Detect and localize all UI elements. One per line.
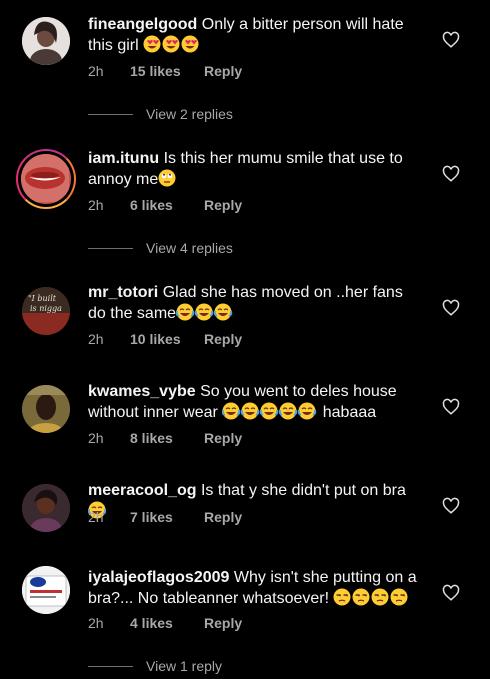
view-replies-label[interactable]: View 2 replies [146,106,233,122]
replies-divider [88,665,133,667]
like-heart-icon[interactable] [442,31,460,49]
timestamp: 2h [88,63,104,79]
username[interactable]: meeracool_og [88,482,196,499]
avatar-caption: "I built [28,294,57,303]
emoji-joy-icon [175,302,234,327]
reply-button[interactable]: Reply [204,331,242,347]
like-heart-icon[interactable] [442,398,460,416]
emoji-joy-icon [221,401,318,426]
likes-count[interactable]: 10 likes [130,331,204,347]
timestamp: 2h [88,331,104,347]
avatar [21,154,71,204]
timestamp: 2h [88,197,104,213]
username[interactable]: fineangelgood [88,16,197,33]
comment-text: iyalajeoflagos2009 Why isn't she putting… [88,568,418,612]
reply-button[interactable]: Reply [204,430,242,446]
replies-divider [88,113,133,115]
likes-count[interactable]: 15 likes [130,63,204,79]
username[interactable]: iyalajeoflagos2009 [88,569,229,586]
like-heart-icon[interactable] [442,165,460,183]
timestamp: 2h [88,430,104,446]
comment-body: Is that y she didn't put on bra [200,482,406,499]
avatar-story-ring[interactable] [16,149,76,209]
comment-meta: 2h 4 likes Reply [88,615,242,631]
likes-count[interactable]: 4 likes [130,615,204,631]
comment-meta: 2h 6 likes Reply [88,197,242,213]
view-replies[interactable]: View 2 replies [88,106,233,122]
reply-button[interactable]: Reply [204,509,242,525]
view-replies[interactable]: View 1 reply [88,658,222,674]
view-replies-label[interactable]: View 4 replies [146,240,233,256]
likes-count[interactable]: 7 likes [130,509,204,525]
emoji-heart-eyes-icon [143,35,201,59]
like-heart-icon[interactable] [442,584,460,602]
reply-button[interactable]: Reply [204,197,242,213]
emoji-eye-roll-icon [158,169,176,193]
username[interactable]: iam.itunu [88,150,159,167]
comment-text: fineangelgood Only a bitter person will … [88,15,418,59]
like-heart-icon[interactable] [442,299,460,317]
avatar[interactable] [22,566,70,614]
replies-divider [88,247,133,249]
comment-text: iam.itunu Is this her mumu smile that us… [88,149,418,193]
comment-text: mr_totori Glad she has moved on ..her fa… [88,283,418,327]
timestamp: 2h [88,615,104,631]
view-replies-label[interactable]: View 1 reply [146,658,222,674]
comment-meta: 2h 15 likes Reply [88,63,242,79]
avatar-caption: is nigga [30,304,62,313]
timestamp: 2h [88,509,104,525]
comment-meta: 2h 10 likes Reply [88,331,242,347]
comment-meta: 2h 8 likes Reply [88,430,242,446]
comment-meta: 2h 7 likes Reply [88,509,242,525]
emoji-unamused-icon [333,587,410,612]
username[interactable]: kwames_vybe [88,383,196,400]
reply-button[interactable]: Reply [204,615,242,631]
avatar[interactable] [22,17,70,65]
likes-count[interactable]: 8 likes [130,430,204,446]
avatar[interactable] [22,385,70,433]
like-heart-icon[interactable] [442,497,460,515]
comment-body-suffix: habaaa [322,404,377,421]
comment-text: kwames_vybe So you went to deles house w… [88,382,418,426]
reply-button[interactable]: Reply [204,63,242,79]
avatar[interactable]: "I built is nigga [22,287,70,335]
username[interactable]: mr_totori [88,284,158,301]
likes-count[interactable]: 6 likes [130,197,204,213]
avatar[interactable] [22,484,70,532]
view-replies[interactable]: View 4 replies [88,240,233,256]
